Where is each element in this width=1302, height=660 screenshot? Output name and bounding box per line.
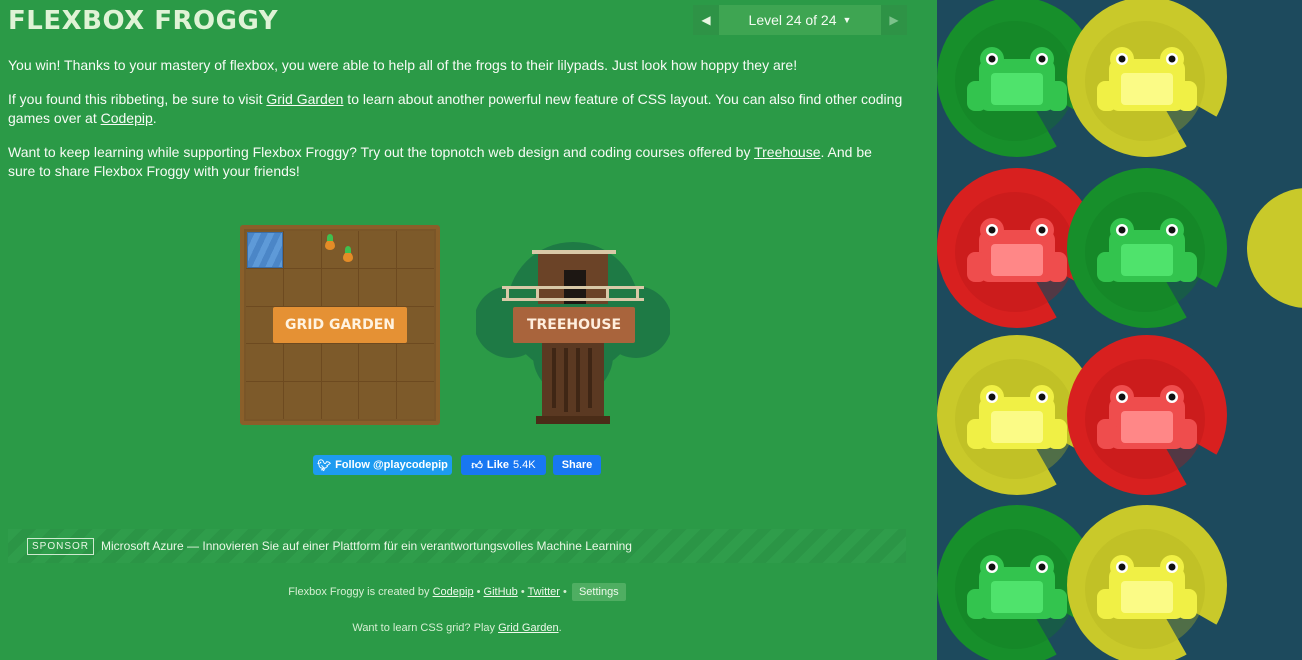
- thumbs-up-icon: 👍︎: [471, 459, 483, 472]
- sponsor-badge: SPONSOR: [27, 537, 95, 555]
- grid-garden-button[interactable]: GRID GARDEN: [273, 307, 407, 343]
- green-frog-on-lilypad: [1067, 168, 1227, 328]
- learn-period: .: [558, 622, 562, 634]
- separator: •: [517, 586, 528, 598]
- triangle-right-icon: ▶: [889, 13, 899, 27]
- codepip-footer-link[interactable]: Codepip: [433, 586, 474, 598]
- treehouse-link[interactable]: Treehouse: [754, 144, 820, 160]
- grid-garden-link[interactable]: Grid Garden: [266, 91, 343, 107]
- separator: •: [473, 586, 484, 598]
- sponsor-text: Microsoft Azure — Innovieren Sie auf ein…: [101, 539, 632, 553]
- twitter-link[interactable]: Twitter: [528, 586, 560, 598]
- grid-garden-footer-link[interactable]: Grid Garden: [498, 622, 559, 634]
- codepip-link[interactable]: Codepip: [101, 110, 153, 126]
- caret-down-icon: ▼: [842, 15, 852, 25]
- facebook-like-button[interactable]: 👍︎ Like 5.4K: [461, 455, 546, 475]
- pond-board: [937, 0, 1302, 660]
- fb-like-label: Like: [486, 459, 509, 471]
- credits-line: Flexbox Froggy is created by Codepip • G…: [0, 583, 914, 601]
- facebook-share-button[interactable]: Share: [553, 455, 601, 475]
- credits-text: Flexbox Froggy is created by: [288, 586, 433, 598]
- carrot-icon: [325, 234, 335, 250]
- text-segment: If you found this ribbeting, be sure to …: [8, 91, 267, 107]
- lilypad-partial: [1247, 188, 1302, 308]
- level-navigator: ◀ Level 24 of 24 ▼ ▶: [693, 5, 907, 35]
- sponsor-banner[interactable]: SPONSOR Microsoft Azure — Innovieren Sie…: [8, 529, 906, 563]
- twitter-bird-icon: 🐦︎: [317, 459, 332, 472]
- left-panel: FLEXBOX FROGGY ◀ Level 24 of 24 ▼ ▶ You …: [0, 0, 937, 660]
- previous-level-button[interactable]: ◀: [693, 5, 719, 35]
- next-level-button[interactable]: ▶: [881, 5, 907, 35]
- level-indicator[interactable]: Level 24 of 24 ▼: [719, 5, 881, 35]
- fb-like-count: 5.4K: [512, 459, 536, 471]
- text-segment: Want to keep learning while supporting F…: [8, 144, 755, 160]
- win-message: You win! Thanks to your mastery of flexb…: [8, 57, 798, 73]
- twitter-follow-button[interactable]: 🐦︎ Follow @playcodepip: [313, 455, 452, 475]
- water-tile-icon: [247, 232, 283, 268]
- github-link[interactable]: GitHub: [484, 586, 518, 598]
- red-frog-on-lilypad: [1067, 335, 1227, 495]
- text-segment: .: [152, 110, 157, 126]
- level-label: Level 24 of 24: [748, 12, 837, 28]
- learn-grid-line: Want to learn CSS grid? Play Grid Garden…: [0, 622, 914, 634]
- learn-text: Want to learn CSS grid? Play: [352, 622, 499, 634]
- settings-button[interactable]: Settings: [571, 583, 626, 601]
- yellow-frog-on-lilypad: [1067, 505, 1227, 660]
- grid-garden-message: If you found this ribbeting, be sure to …: [8, 90, 903, 128]
- triangle-left-icon: ◀: [701, 13, 711, 27]
- treehouse-message: Want to keep learning while supporting F…: [8, 143, 903, 181]
- carrot-icon: [343, 246, 353, 262]
- twitter-follow-label: Follow @playcodepip: [335, 459, 448, 471]
- separator: •: [559, 586, 570, 598]
- yellow-frog-on-lilypad: [1067, 0, 1227, 157]
- game-title: FLEXBOX FROGGY: [8, 6, 279, 36]
- treehouse-button[interactable]: TREEHOUSE: [513, 307, 635, 343]
